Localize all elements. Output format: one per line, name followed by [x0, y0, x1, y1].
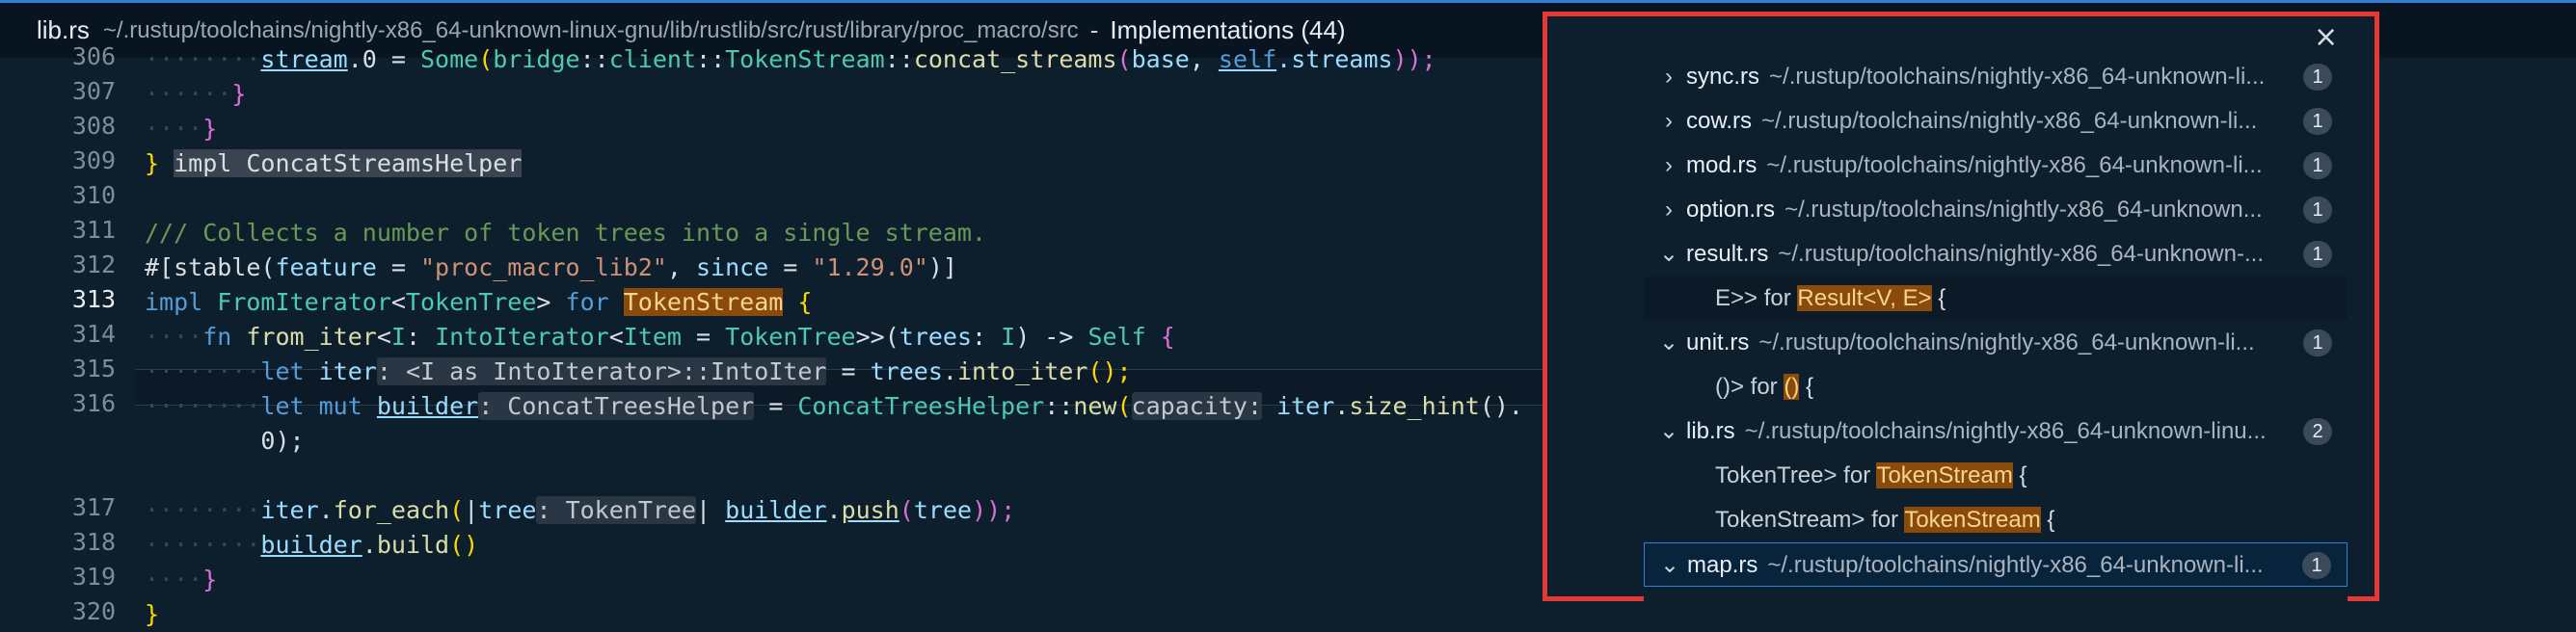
line-number-active: 313 [71, 285, 116, 313]
count-badge: 1 [2303, 241, 2332, 268]
count-badge: 2 [2303, 418, 2332, 445]
title-separator: - [1089, 15, 1099, 44]
code-line-319: ····} [145, 566, 218, 593]
code-line-318: ········builder.build() [145, 531, 479, 559]
reference-file-row[interactable]: ⌄ result.rs ~/.rustup/toolchains/nightly-x… [1644, 232, 2348, 276]
chevron-down-icon: ⌄ [1658, 329, 1679, 356]
reference-file-row[interactable]: › option.rs ~/.rustup/toolchains/nightly-x… [1644, 188, 2348, 232]
line-number-gutter: 306 307 308 309 310 311 312 313 314 315 … [0, 42, 116, 625]
reference-match-row[interactable]: TokenTree> for TokenStream { [1644, 454, 2348, 498]
line-number: 312 [71, 250, 116, 278]
title-path: ~/.rustup/toolchains/nightly-x86_64-unkn… [102, 16, 1079, 43]
code-line-317: ········iter.for_each(|tree: TokenTree| … [145, 496, 1016, 524]
code-editor[interactable]: 306 307 308 309 310 311 312 313 314 315 … [0, 42, 1639, 628]
line-number: 307 [71, 77, 116, 105]
line-number: 310 [71, 181, 116, 209]
references-tree[interactable]: › sync.rs ~/.rustup/toolchains/nightly-x86… [1644, 55, 2348, 604]
reference-file-row[interactable]: › sync.rs ~/.rustup/toolchains/nightly-x86… [1644, 55, 2348, 99]
code-line-309: } impl ConcatStreamsHelper [145, 149, 523, 177]
reference-file-row[interactable]: › cow.rs ~/.rustup/toolchains/nightly-x86_… [1644, 99, 2348, 144]
code-line-311: /// Collects a number of token trees int… [145, 219, 986, 247]
peek-title: Implementations (44) [1110, 15, 1346, 44]
reference-match-row[interactable]: TokenStream> for TokenStream { [1644, 498, 2348, 542]
code-line-313: impl FromIterator<TokenTree> for TokenSt… [145, 288, 813, 316]
code-line-312: #[stable(feature = "proc_macro_lib2", si… [145, 253, 957, 281]
line-number: 320 [71, 597, 116, 625]
line-number: 316 [71, 389, 116, 417]
count-badge: 1 [2302, 552, 2331, 579]
code-line-306: ········stream.0 = Some(bridge::client::… [145, 45, 1436, 73]
code-line-314: ····fn from_iter<I: IntoIterator<Item = … [145, 323, 1175, 351]
chevron-right-icon: › [1665, 64, 1673, 90]
count-badge: 1 [2303, 152, 2332, 179]
reference-file-row[interactable]: ⌄ unit.rs ~/.rustup/toolchains/nightly-x86… [1644, 321, 2348, 365]
code-line-316-wrap: 0); [260, 427, 305, 455]
reference-match-row[interactable]: ()> for () { [1644, 365, 2348, 409]
chevron-right-icon: › [1665, 197, 1673, 223]
line-number: 318 [71, 528, 116, 556]
chevron-right-icon: › [1665, 108, 1673, 134]
code-line-307: ······} [145, 80, 247, 108]
reference-file-row[interactable]: ⌄ lib.rs ~/.rustup/toolchains/nightly-x86_… [1644, 409, 2348, 454]
code-line-308: ····} [145, 115, 218, 143]
line-number: 317 [71, 493, 116, 521]
code-line-320: } [145, 600, 160, 628]
line-number: 306 [71, 42, 116, 70]
line-number: 309 [71, 146, 116, 174]
count-badge: 1 [2303, 108, 2332, 135]
code-area[interactable]: ········stream.0 = Some(bridge::client::… [145, 45, 1649, 628]
close-icon[interactable]: × [2314, 20, 2338, 54]
code-line-316: ········let mut builder: ConcatTreesHelp… [145, 392, 1523, 420]
peek-references-panel: × › sync.rs ~/.rustup/toolchains/nightly-x… [1543, 12, 2379, 604]
line-number: 314 [71, 320, 116, 348]
chevron-down-icon: ⌄ [1658, 418, 1679, 444]
chevron-down-icon: ⌄ [1658, 241, 1679, 267]
count-badge: 1 [2303, 197, 2332, 224]
chevron-down-icon: ⌄ [1659, 552, 1680, 578]
reference-file-row[interactable]: › mod.rs ~/.rustup/toolchains/nightly-x86_… [1644, 144, 2348, 188]
reference-file-row-selected[interactable]: ⌄ map.rs ~/.rustup/toolchains/nightly-x86_… [1644, 542, 2348, 587]
count-badge: 1 [2303, 64, 2332, 91]
count-badge: 1 [2303, 329, 2332, 356]
code-line-315: ········let iter: <I as IntoIterator>::I… [145, 357, 1132, 385]
reference-match-row[interactable]: E>> for Result<V, E> { [1644, 276, 2348, 321]
chevron-right-icon: › [1665, 152, 1673, 178]
line-number: 311 [71, 216, 116, 244]
title-file[interactable]: lib.rs [37, 15, 90, 45]
line-number: 315 [71, 355, 116, 382]
line-number: 319 [71, 563, 116, 591]
line-number: 308 [71, 112, 116, 140]
